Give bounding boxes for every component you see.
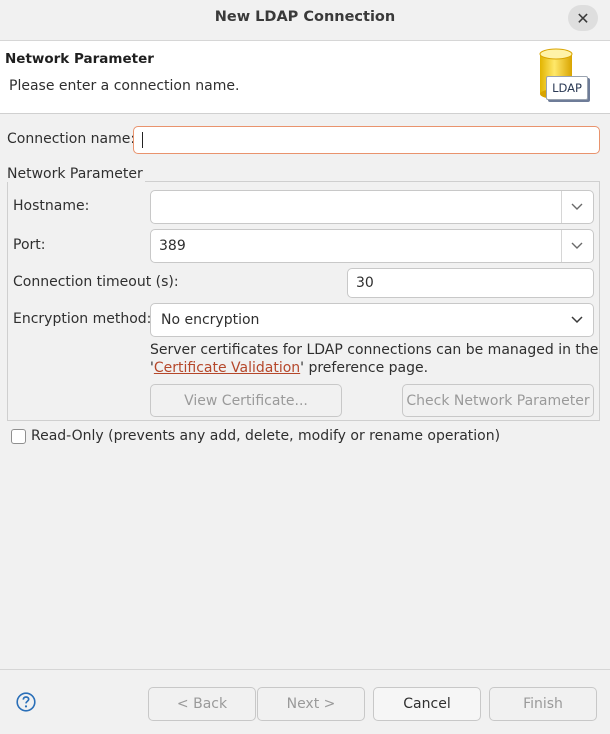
finish-button[interactable]: Finish (489, 687, 597, 721)
check-network-parameter-button[interactable]: Check Network Parameter (402, 384, 594, 417)
chevron-down-icon[interactable] (570, 200, 584, 214)
port-label: Port: (13, 237, 46, 253)
connection-name-label: Connection name: (7, 131, 136, 147)
window-title: New LDAP Connection (214, 9, 396, 25)
close-icon: ✕ (576, 8, 590, 28)
port-combo[interactable]: 389 (150, 229, 594, 263)
cert-note-line2: 'Certificate Validation' preference page… (150, 360, 429, 376)
back-button[interactable]: < Back (148, 687, 256, 721)
timeout-input[interactable]: 30 (347, 268, 594, 298)
next-button[interactable]: Next > (257, 687, 365, 721)
certificate-validation-link[interactable]: Certificate Validation (154, 360, 300, 376)
cert-note-line1: Server certificates for LDAP connections… (150, 342, 599, 358)
encryption-select[interactable]: No encryption (150, 303, 594, 337)
text-cursor (142, 132, 143, 148)
chevron-down-icon[interactable] (570, 239, 584, 253)
close-button[interactable]: ✕ (568, 5, 598, 31)
banner-title: Network Parameter (5, 51, 154, 67)
banner-message: Please enter a connection name. (9, 78, 240, 94)
timeout-label: Connection timeout (s): (13, 274, 179, 290)
hostname-label: Hostname: (13, 198, 90, 214)
combo-divider (561, 230, 562, 262)
view-certificate-button[interactable]: View Certificate... (150, 384, 342, 417)
connection-name-input[interactable] (133, 126, 600, 154)
read-only-label[interactable]: Read-Only (prevents any add, delete, mod… (31, 428, 500, 444)
footer-divider (0, 669, 610, 670)
network-parameter-legend: Network Parameter (7, 166, 145, 182)
help-icon[interactable] (16, 692, 36, 712)
encryption-label: Encryption method: (13, 311, 152, 327)
hostname-combo[interactable] (150, 190, 594, 224)
read-only-checkbox[interactable] (11, 429, 26, 444)
title-bar: New LDAP Connection ✕ (0, 0, 610, 41)
wizard-banner: Network Parameter Please enter a connect… (0, 41, 610, 114)
combo-divider (561, 191, 562, 223)
cancel-button[interactable]: Cancel (373, 687, 481, 721)
ldap-icon-label: LDAP (546, 76, 588, 100)
chevron-down-icon[interactable] (570, 313, 584, 327)
